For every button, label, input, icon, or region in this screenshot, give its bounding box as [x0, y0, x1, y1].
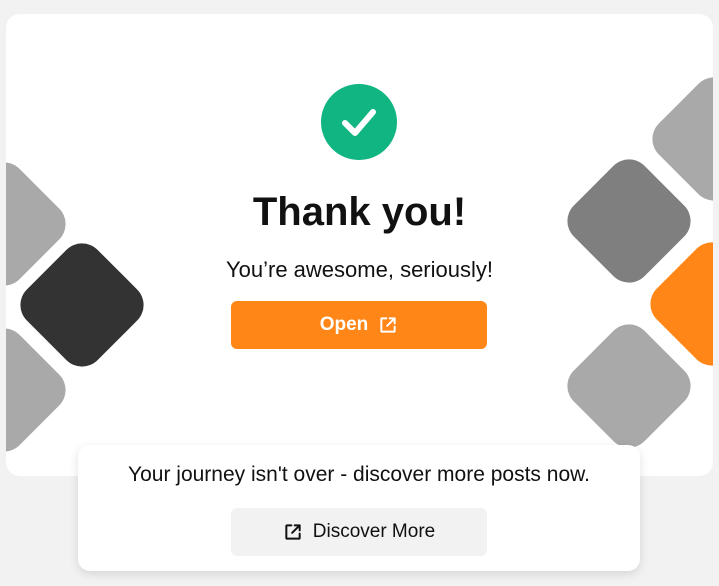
- external-link-icon: [380, 317, 396, 333]
- discover-card: Your journey isn't over - discover more …: [78, 445, 640, 571]
- open-button[interactable]: Open: [231, 301, 487, 349]
- discover-more-button[interactable]: Discover More: [231, 508, 487, 556]
- thank-you-card: Thank you! You’re awesome, seriously! Op…: [6, 14, 713, 476]
- checkmark-icon: [342, 109, 376, 136]
- check-circle-icon: [321, 84, 397, 160]
- open-button-label: Open: [319, 314, 369, 335]
- discover-more-label: Discover More: [312, 521, 436, 542]
- subtitle: You’re awesome, seriously!: [226, 257, 493, 282]
- page-title: Thank you!: [252, 190, 467, 234]
- discover-message: Your journey isn't over - discover more …: [128, 463, 590, 486]
- external-link-icon: [285, 524, 301, 540]
